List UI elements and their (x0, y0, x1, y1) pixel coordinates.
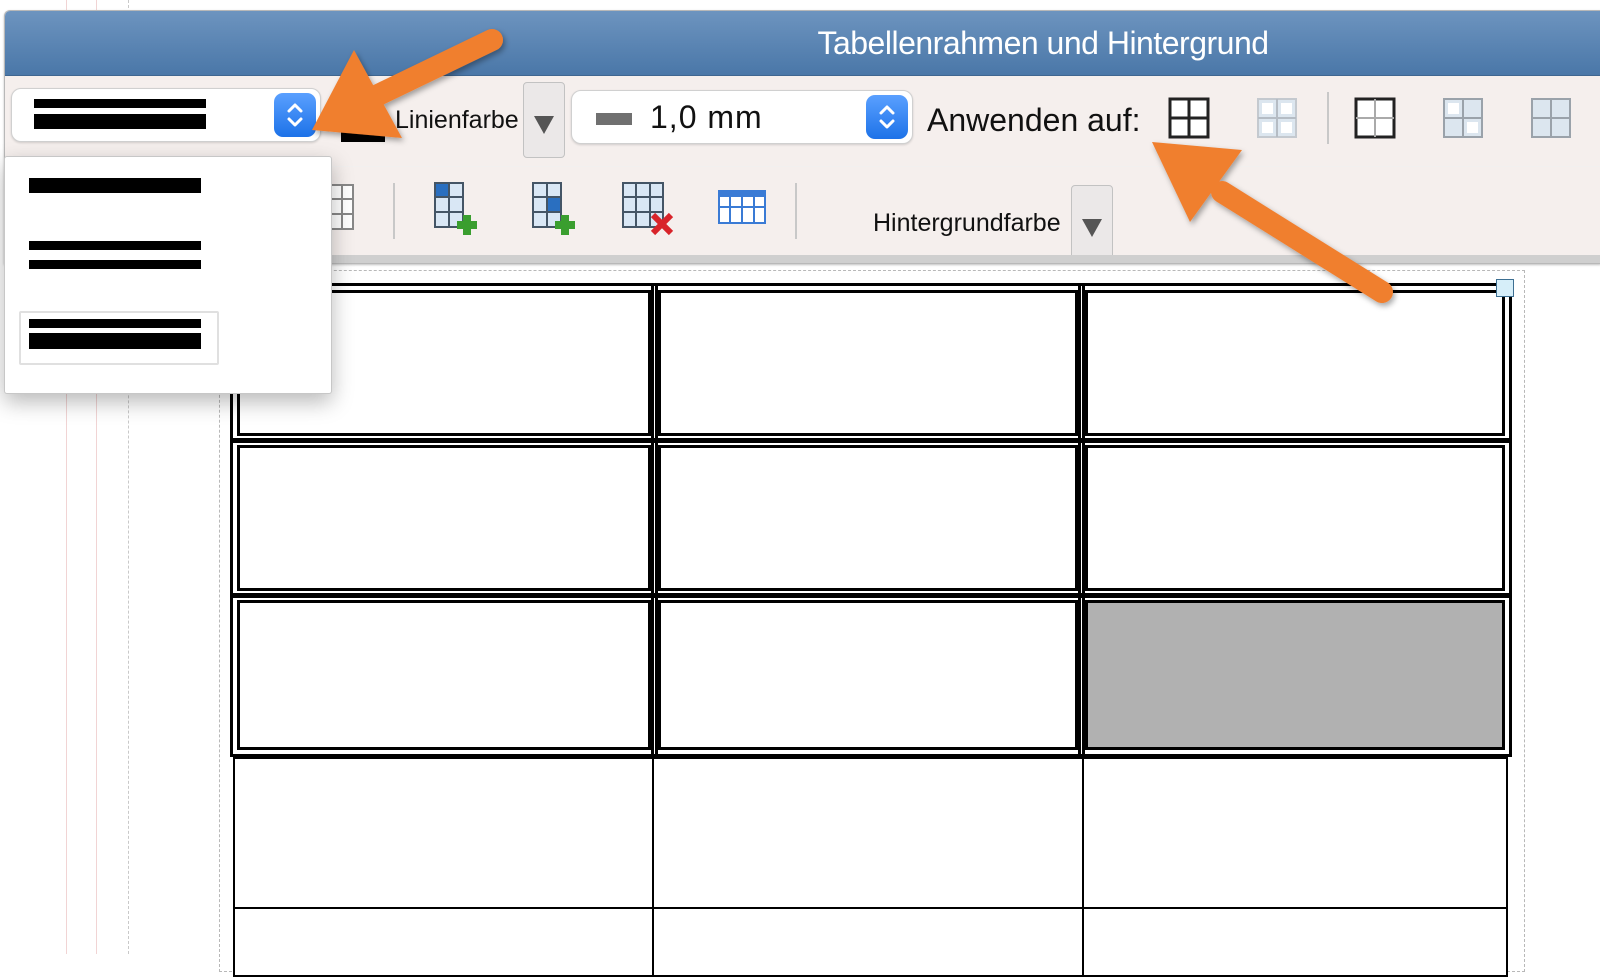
title-bar: Tabellenrahmen und Hintergrund (5, 11, 1600, 76)
background-color-label: Hintergrundfarbe (873, 209, 1061, 237)
line-style-option-single[interactable] (19, 167, 215, 217)
table-cell-r2c2[interactable] (651, 438, 1085, 598)
table-cell-r3c1[interactable] (230, 593, 658, 757)
line-style-stepper-icon[interactable] (274, 93, 316, 137)
line-style-option-double-thick-selected[interactable] (19, 311, 219, 365)
line-width-stepper-icon[interactable] (866, 95, 908, 139)
grid-all-borders-icon[interactable] (1167, 96, 1213, 140)
delete-cells-icon[interactable] (619, 181, 675, 237)
table-cell-r4c3[interactable] (1082, 757, 1508, 909)
line-style-double-thin-bottom (29, 260, 201, 269)
grid-vertical-borders-icon[interactable] (1529, 96, 1575, 140)
line-style-preview-bottom (34, 114, 206, 129)
table-cell-r3c2[interactable] (651, 593, 1085, 757)
table-cell-r1c3[interactable] (1078, 283, 1512, 443)
grid-horizontal-borders-icon[interactable] (1441, 96, 1487, 140)
line-width-preview (596, 113, 632, 125)
toolbar-row-1: Linienfarbe 1,0 mm Anwenden auf: (5, 76, 1600, 166)
chevron-down-icon (1082, 219, 1102, 237)
table-cell-r4c1[interactable] (233, 757, 654, 909)
background-color-dropdown[interactable] (1071, 185, 1113, 261)
line-color-dropdown[interactable] (523, 82, 565, 158)
line-style-double-thick-top (29, 319, 201, 328)
line-style-menu (4, 156, 332, 394)
line-width-popup[interactable]: 1,0 mm (571, 90, 913, 144)
toolbar-separator (795, 183, 797, 239)
table-cell-r1c2[interactable] (651, 283, 1085, 443)
table-cell-r2c3[interactable] (1078, 438, 1512, 598)
grid-outer-borders-icon[interactable] (1353, 96, 1399, 140)
line-style-preview-top (34, 99, 206, 108)
table-resize-handle[interactable] (1496, 279, 1514, 297)
line-style-double-thick-bottom (29, 333, 201, 349)
table-header-icon[interactable] (717, 189, 769, 229)
line-style-popup[interactable] (11, 88, 321, 142)
table-cell-r3c3-shaded[interactable] (1078, 593, 1512, 757)
table-cell-r2c1[interactable] (230, 438, 658, 598)
insert-column-icon[interactable] (531, 181, 581, 237)
split-cells-icon[interactable] (329, 183, 355, 231)
table-cell-r5c2[interactable] (652, 907, 1084, 977)
apply-to-label: Anwenden auf: (927, 102, 1141, 138)
toolbar-separator (1327, 92, 1329, 144)
grid-inner-borders-icon[interactable] (1255, 96, 1301, 140)
line-style-single-preview (29, 178, 201, 193)
toolbar-separator (393, 183, 395, 239)
line-color-swatch[interactable] (341, 116, 385, 142)
table-cell-r5c1[interactable] (233, 907, 654, 977)
insert-row-icon[interactable] (433, 181, 483, 237)
line-color-label: Linienfarbe (395, 106, 519, 134)
chevron-down-icon (534, 116, 554, 134)
window-title: Tabellenrahmen und Hintergrund (817, 25, 1269, 61)
line-style-double-thin-top (29, 241, 201, 250)
table-cell-r5c3[interactable] (1082, 907, 1508, 977)
line-width-value: 1,0 mm (650, 99, 763, 135)
line-style-option-double-thin[interactable] (19, 233, 215, 283)
table-cell-r4c2[interactable] (652, 757, 1084, 909)
